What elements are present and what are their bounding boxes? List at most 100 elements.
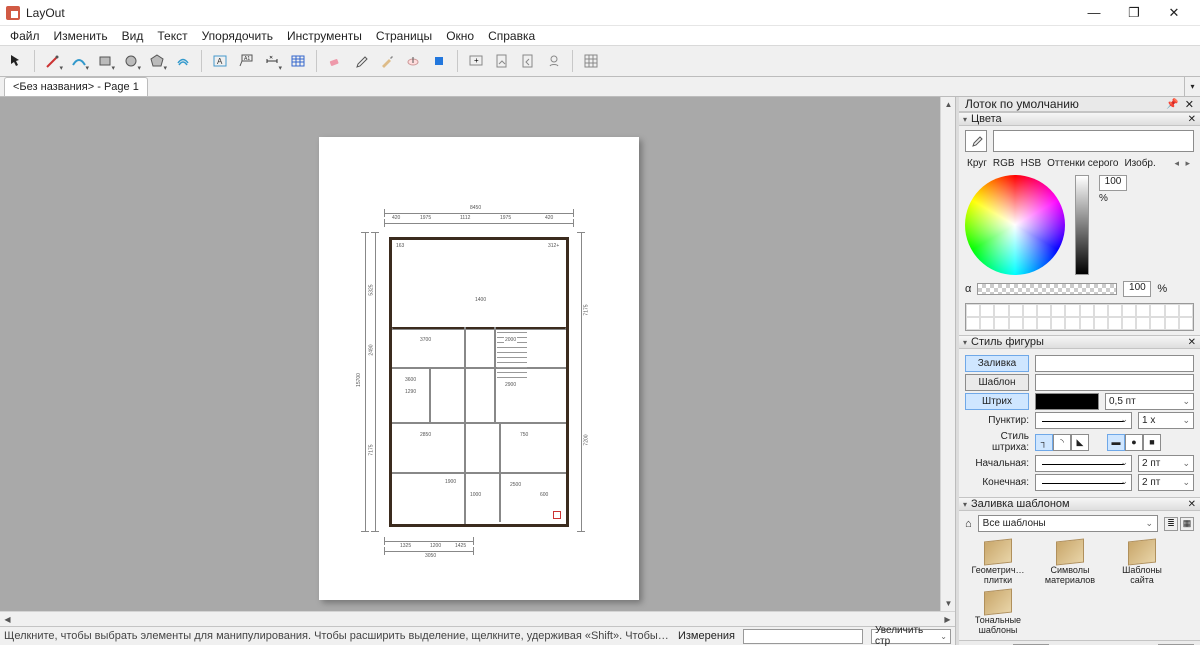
menu-arrange[interactable]: Упорядочить (196, 27, 279, 45)
tab-hsb[interactable]: HSB (1021, 158, 1042, 169)
svg-text:✕: ✕ (269, 55, 273, 61)
panel-close-icon[interactable]: ✕ (1188, 337, 1196, 348)
tab-wheel[interactable]: Круг (967, 158, 987, 169)
cap-square[interactable]: ■ (1143, 434, 1161, 451)
menu-help[interactable]: Справка (482, 27, 541, 45)
tray-close-icon[interactable]: ✕ (1185, 98, 1194, 111)
view-grid-icon[interactable]: ▦ (1180, 517, 1194, 531)
pattern-category-dropdown[interactable]: Все шаблоны (978, 515, 1158, 532)
start-arrow-dropdown[interactable] (1035, 455, 1132, 472)
panel-close-icon[interactable]: ✕ (1188, 114, 1196, 125)
dash-scale-dropdown[interactable]: 1 x (1138, 412, 1194, 429)
cap-round[interactable]: ● (1125, 434, 1143, 451)
end-arrow-label: Конечная: (965, 477, 1029, 488)
colors-panel-header[interactable]: Цвета✕ (959, 112, 1200, 126)
vertical-scrollbar[interactable]: ▲▼ (940, 97, 955, 611)
pattern-fill-panel: ⌂ Все шаблоны ≣ ▦ Геометрич…плитки Симво… (959, 511, 1200, 640)
menu-view[interactable]: Вид (116, 27, 150, 45)
split-tool[interactable] (401, 49, 425, 73)
fill-swatch[interactable] (1035, 355, 1194, 372)
pattern-toggle[interactable]: Шаблон (965, 374, 1029, 391)
status-hint: Щелкните, чтобы выбрать элементы для ман… (4, 630, 670, 642)
pattern-home-icon[interactable]: ⌂ (965, 518, 972, 530)
window-maximize-button[interactable]: ❐ (1114, 1, 1154, 25)
add-page-button[interactable] (490, 49, 514, 73)
menu-edit[interactable]: Изменить (48, 27, 114, 45)
window-minimize-button[interactable]: — (1074, 1, 1114, 25)
pin-icon[interactable]: 📌 (1166, 99, 1178, 110)
menu-pages[interactable]: Страницы (370, 27, 438, 45)
fill-toggle[interactable]: Заливка (965, 355, 1029, 372)
pattern-fill-panel-header[interactable]: Заливка шаблоном✕ (959, 497, 1200, 511)
panel-close-icon[interactable]: ✕ (1188, 499, 1196, 510)
polygon-tool[interactable] (145, 49, 169, 73)
stroke-width-dropdown[interactable]: 0,5 пт (1105, 393, 1194, 410)
label-tool[interactable]: A1 (234, 49, 258, 73)
stroke-toggle[interactable]: Штрих (965, 393, 1029, 410)
circle-tool[interactable] (119, 49, 143, 73)
view-list-icon[interactable]: ≣ (1164, 517, 1178, 531)
alpha-input[interactable]: 100 (1123, 281, 1151, 297)
pattern-item[interactable]: Тональныешаблоны (967, 590, 1029, 636)
tab-gray[interactable]: Оттенки серого (1047, 158, 1118, 169)
document-page[interactable]: 8450 420 1975 1112 1975 420 15700 5325 2… (319, 137, 639, 600)
end-arrow-size[interactable]: 2 пт (1138, 474, 1194, 491)
line-tool[interactable] (41, 49, 65, 73)
cap-flat[interactable]: ▬ (1107, 434, 1125, 451)
swatches[interactable] (965, 303, 1194, 331)
pattern-item[interactable]: Символыматериалов (1039, 540, 1101, 586)
corner-miter[interactable]: ┐ (1035, 434, 1053, 451)
text-tool[interactable]: A (208, 49, 232, 73)
table-tool[interactable] (286, 49, 310, 73)
menu-window[interactable]: Окно (440, 27, 480, 45)
zoom-dropdown[interactable]: Увеличить стр (871, 629, 951, 644)
color-preview[interactable] (993, 130, 1194, 152)
tab-rgb[interactable]: RGB (993, 158, 1015, 169)
pattern-item[interactable]: Геометрич…плитки (967, 540, 1029, 586)
pattern-swatch[interactable] (1035, 374, 1194, 391)
rectangle-tool[interactable] (93, 49, 117, 73)
color-wheel[interactable] (965, 175, 1065, 275)
start-arrow-size[interactable]: 2 пт (1138, 455, 1194, 472)
join-tool[interactable] (427, 49, 451, 73)
dimension-tool[interactable]: ✕ (260, 49, 284, 73)
horizontal-scrollbar[interactable]: ◀▶ (0, 611, 955, 626)
next-page-button[interactable] (542, 49, 566, 73)
style-tool[interactable] (375, 49, 399, 73)
toolbar: A A1 ✕ + (0, 45, 1200, 77)
value-slider[interactable] (1075, 175, 1089, 275)
grid-toggle-button[interactable] (579, 49, 603, 73)
document-tab[interactable]: <Без названия> - Page 1 (4, 77, 148, 96)
presentation-tool[interactable]: + (464, 49, 488, 73)
offset-tool[interactable] (171, 49, 195, 73)
corner-round[interactable]: ◝ (1053, 434, 1071, 451)
pattern-transform-row: Поворот: 0° Масштаб: 1 x (959, 640, 1200, 645)
alpha-slider[interactable] (977, 283, 1117, 295)
dash-pattern-dropdown[interactable] (1035, 412, 1132, 429)
pattern-item[interactable]: Шаблонысайта (1111, 540, 1173, 586)
menu-text[interactable]: Текст (151, 27, 193, 45)
eraser-tool[interactable] (323, 49, 347, 73)
measurements-input[interactable] (743, 629, 863, 644)
value-input[interactable]: 100 (1099, 175, 1127, 191)
app-title: LayOut (26, 6, 1074, 20)
tab-nav-arrows[interactable]: ◂ ▸ (1174, 158, 1192, 169)
end-arrow-dropdown[interactable] (1035, 474, 1132, 491)
eyedropper-button[interactable] (965, 130, 987, 152)
canvas[interactable]: 8450 420 1975 1112 1975 420 15700 5325 2… (0, 97, 940, 611)
select-tool[interactable] (4, 49, 28, 73)
tray: Лоток по умолчанию 📌 ✕ Цвета✕ Круг RGB H… (956, 97, 1200, 645)
corner-bevel[interactable]: ◣ (1071, 434, 1089, 451)
tab-image[interactable]: Изобр. (1124, 158, 1155, 169)
menu-file[interactable]: Файл (4, 27, 46, 45)
menu-tools[interactable]: Инструменты (281, 27, 368, 45)
prev-page-button[interactable] (516, 49, 540, 73)
shape-style-panel-header[interactable]: Стиль фигуры✕ (959, 335, 1200, 349)
window-close-button[interactable]: ✕ (1154, 1, 1194, 25)
tray-header[interactable]: Лоток по умолчанию 📌 ✕ (959, 97, 1200, 112)
app-icon (6, 6, 20, 20)
style-eyedropper-tool[interactable] (349, 49, 373, 73)
document-tab-dropdown[interactable]: ▾ (1184, 77, 1200, 96)
stroke-color-swatch[interactable] (1035, 393, 1099, 410)
arc-tool[interactable] (67, 49, 91, 73)
